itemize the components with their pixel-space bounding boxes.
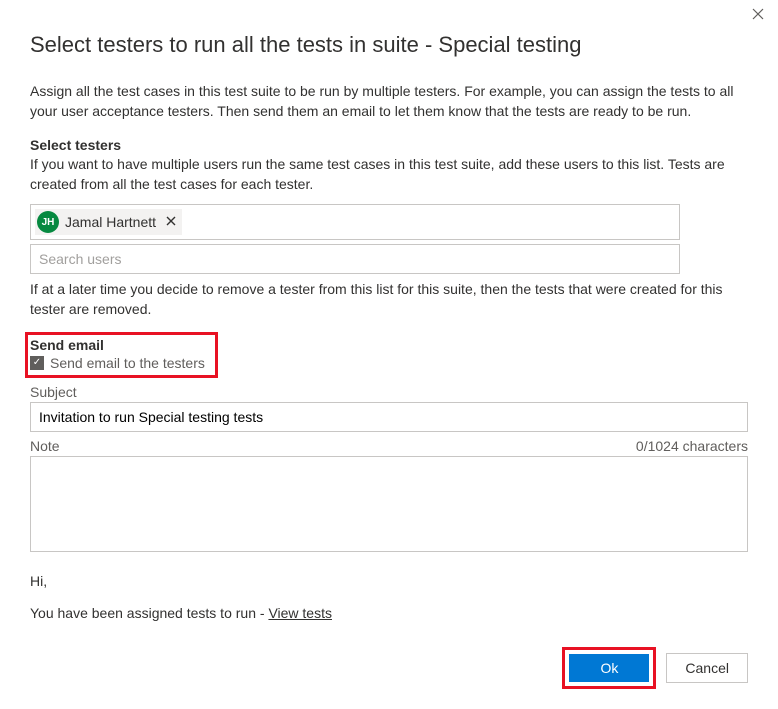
tester-tag-container[interactable]: JH Jamal Hartnett xyxy=(30,204,680,240)
subject-input[interactable] xyxy=(30,402,748,432)
ok-highlight: Ok xyxy=(562,647,656,689)
remove-tester-note: If at a later time you decide to remove … xyxy=(30,280,748,319)
view-tests-link[interactable]: View tests xyxy=(268,605,332,621)
preview-body: You have been assigned tests to run - Vi… xyxy=(30,605,748,621)
subject-label: Subject xyxy=(30,384,748,400)
remove-tester-icon[interactable] xyxy=(166,215,176,229)
note-label: Note xyxy=(30,438,60,454)
close-icon[interactable] xyxy=(752,8,764,22)
send-email-checkbox-row[interactable]: ✓ Send email to the testers xyxy=(30,355,205,371)
note-counter: 0/1024 characters xyxy=(636,438,748,454)
select-testers-help: If you want to have multiple users run t… xyxy=(30,155,748,194)
note-header: Note 0/1024 characters xyxy=(30,438,748,454)
checkbox-icon[interactable]: ✓ xyxy=(30,356,44,370)
search-users-input[interactable]: Search users xyxy=(30,244,680,274)
send-email-highlight: Send email ✓ Send email to the testers xyxy=(25,332,218,378)
checkbox-label: Send email to the testers xyxy=(50,355,205,371)
note-textarea[interactable] xyxy=(30,456,748,552)
preview-body-text: You have been assigned tests to run - xyxy=(30,605,268,621)
tester-tag: JH Jamal Hartnett xyxy=(35,209,182,235)
dialog-container: Select testers to run all the tests in s… xyxy=(0,0,778,709)
preview-greeting: Hi, xyxy=(30,573,748,589)
dialog-title: Select testers to run all the tests in s… xyxy=(30,32,748,58)
avatar: JH xyxy=(37,211,59,233)
intro-text: Assign all the test cases in this test s… xyxy=(30,82,748,121)
button-row: Ok Cancel xyxy=(30,647,748,689)
cancel-button[interactable]: Cancel xyxy=(666,653,748,683)
ok-button[interactable]: Ok xyxy=(569,654,649,682)
tester-name: Jamal Hartnett xyxy=(65,214,156,230)
send-email-heading: Send email xyxy=(30,337,205,353)
select-testers-heading: Select testers xyxy=(30,137,748,153)
